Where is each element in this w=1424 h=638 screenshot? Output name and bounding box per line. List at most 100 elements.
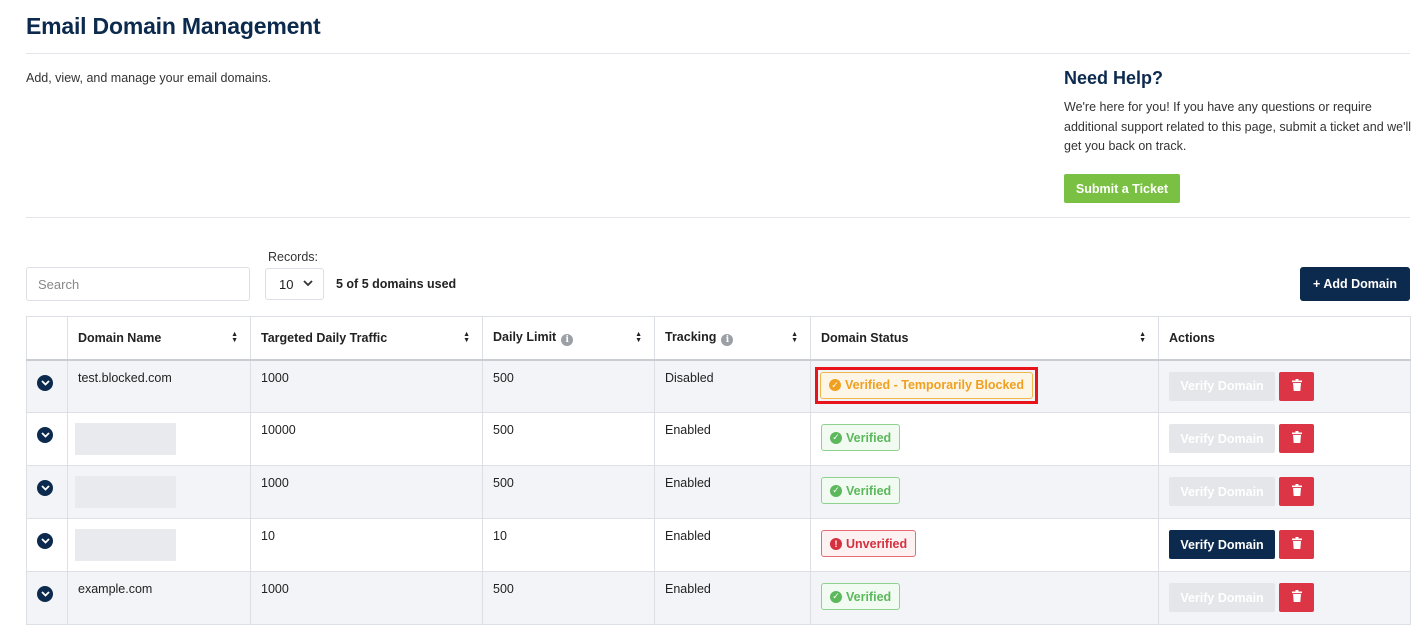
- expand-row-icon[interactable]: [37, 480, 53, 496]
- verify-domain-button[interactable]: Verify Domain: [1169, 583, 1275, 612]
- verify-domain-button[interactable]: Verify Domain: [1169, 477, 1275, 506]
- actions-cell: Verify Domain: [1158, 412, 1411, 466]
- redacted-domain-placeholder: [75, 529, 176, 561]
- check-circle-icon: ✓: [829, 379, 841, 391]
- targeted-traffic-cell: 10: [250, 518, 483, 572]
- verify-domain-button[interactable]: Verify Domain: [1169, 530, 1275, 559]
- status-badge: ✓ Verified: [821, 424, 901, 451]
- table-row: 1000 500 Enabled ✓ Verified Verify Domai…: [26, 465, 1411, 519]
- domain-name-cell: example.com: [67, 571, 251, 625]
- verify-domain-button[interactable]: Verify Domain: [1169, 371, 1275, 401]
- column-header-actions: Actions: [1158, 316, 1411, 361]
- domain-name-cell: test.blocked.com: [67, 359, 251, 413]
- table-header-row: Domain Name ▲ ▼ Targeted Daily Traffic ▲ ▼ D…: [26, 316, 1411, 361]
- help-title: Need Help?: [1064, 68, 1164, 88]
- domain-name-cell: [67, 518, 251, 572]
- delete-button[interactable]: [1279, 371, 1314, 401]
- page-title: Email Domain Management: [26, 13, 321, 39]
- trash-icon: [1291, 537, 1302, 552]
- actions-cell: Verify Domain: [1158, 571, 1411, 625]
- status-badge: ✓ Verified: [821, 583, 901, 610]
- domain-status-cell: ✓ Verified: [810, 412, 1159, 466]
- trash-icon: [1291, 378, 1302, 394]
- records-label: Records:: [268, 250, 319, 264]
- targeted-traffic-cell: 1000: [250, 359, 483, 413]
- chevron-down-icon: [303, 279, 314, 290]
- table-row: example.com 1000 500 Enabled ✓ Verified …: [26, 571, 1411, 625]
- delete-button[interactable]: [1279, 477, 1314, 506]
- expand-row-icon[interactable]: [37, 427, 53, 443]
- records-select-value: 10: [279, 276, 294, 292]
- verify-domain-button[interactable]: Verify Domain: [1169, 424, 1275, 453]
- page-description: Add, view, and manage your email domains…: [26, 71, 272, 85]
- column-header-daily-limit[interactable]: Daily Limit i ▲ ▼: [482, 316, 655, 361]
- submit-ticket-button[interactable]: Submit a Ticket: [1064, 174, 1180, 203]
- table-row: test.blocked.com 1000 500 Disabled ✓ Ver…: [26, 359, 1411, 413]
- info-icon[interactable]: i: [721, 333, 734, 346]
- domains-table: Domain Name ▲ ▼ Targeted Daily Traffic ▲ ▼ D…: [26, 316, 1411, 625]
- section-divider: [26, 217, 1410, 218]
- delete-button[interactable]: [1279, 424, 1314, 453]
- targeted-traffic-cell: 1000: [250, 571, 483, 625]
- add-domain-button[interactable]: + Add Domain: [1300, 267, 1410, 301]
- records-select[interactable]: 10: [265, 268, 324, 300]
- header-divider: [26, 53, 1410, 54]
- actions-cell: Verify Domain: [1158, 518, 1411, 572]
- check-circle-icon: ✓: [830, 590, 842, 603]
- targeted-traffic-cell: 1000: [250, 465, 483, 519]
- targeted-traffic-cell: 10000: [250, 412, 483, 466]
- daily-limit-cell: 10: [482, 518, 655, 572]
- status-highlight-box: ✓ Verified - Temporarily Blocked: [815, 366, 1038, 404]
- daily-limit-cell: 500: [482, 571, 655, 625]
- domain-name-cell: [67, 465, 251, 519]
- status-badge: ✓ Verified: [821, 477, 901, 504]
- expand-row-icon[interactable]: [37, 586, 53, 602]
- status-badge: ✓ Verified - Temporarily Blocked: [820, 371, 1033, 399]
- expand-row-icon[interactable]: [37, 533, 53, 549]
- redacted-domain-placeholder: [75, 423, 176, 455]
- trash-icon: [1291, 484, 1302, 499]
- exclamation-circle-icon: !: [830, 537, 842, 550]
- tracking-cell: Enabled: [654, 571, 811, 625]
- expand-row-icon[interactable]: [37, 374, 53, 391]
- domain-status-cell: ✓ Verified - Temporarily Blocked: [810, 359, 1159, 413]
- daily-limit-cell: 500: [482, 359, 655, 413]
- trash-icon: [1291, 431, 1302, 446]
- column-header-targeted-traffic[interactable]: Targeted Daily Traffic ▲ ▼: [250, 316, 483, 361]
- table-row: 10 10 Enabled ! Unverified Verify Domain: [26, 518, 1411, 572]
- sort-icon[interactable]: ▲ ▼: [463, 331, 470, 344]
- domain-status-cell: ! Unverified: [810, 518, 1159, 572]
- column-header-tracking[interactable]: Tracking i ▲ ▼: [654, 316, 811, 361]
- actions-cell: Verify Domain: [1158, 465, 1411, 519]
- daily-limit-cell: 500: [482, 412, 655, 466]
- redacted-domain-placeholder: [75, 476, 176, 508]
- column-header-domain-name[interactable]: Domain Name ▲ ▼: [67, 316, 251, 361]
- check-circle-icon: ✓: [830, 484, 842, 497]
- tracking-cell: Disabled: [654, 359, 811, 413]
- help-text: We're here for you! If you have any ques…: [1064, 100, 1412, 153]
- delete-button[interactable]: [1279, 530, 1314, 559]
- domain-status-cell: ✓ Verified: [810, 571, 1159, 625]
- check-circle-icon: ✓: [830, 431, 842, 444]
- daily-limit-cell: 500: [482, 465, 655, 519]
- sort-icon[interactable]: ▲ ▼: [1139, 331, 1146, 344]
- search-input[interactable]: [26, 267, 250, 301]
- tracking-cell: Enabled: [654, 412, 811, 466]
- actions-cell: Verify Domain: [1158, 359, 1411, 413]
- domain-name-cell: [67, 412, 251, 466]
- sort-icon[interactable]: ▲ ▼: [791, 331, 798, 344]
- sort-icon[interactable]: ▲ ▼: [231, 331, 238, 344]
- table-row: 10000 500 Enabled ✓ Verified Verify Doma…: [26, 412, 1411, 466]
- expand-column-header: [26, 316, 68, 361]
- domains-used-count: 5 of 5 domains used: [336, 277, 457, 291]
- tracking-cell: Enabled: [654, 518, 811, 572]
- info-icon[interactable]: i: [561, 333, 574, 346]
- sort-icon[interactable]: ▲ ▼: [635, 331, 642, 344]
- domain-status-cell: ✓ Verified: [810, 465, 1159, 519]
- column-header-domain-status[interactable]: Domain Status ▲ ▼: [810, 316, 1159, 361]
- tracking-cell: Enabled: [654, 465, 811, 519]
- delete-button[interactable]: [1279, 583, 1314, 612]
- status-badge: ! Unverified: [821, 530, 917, 557]
- trash-icon: [1291, 590, 1302, 605]
- help-panel: Need Help? We're here for you! If you ha…: [1064, 68, 1414, 203]
